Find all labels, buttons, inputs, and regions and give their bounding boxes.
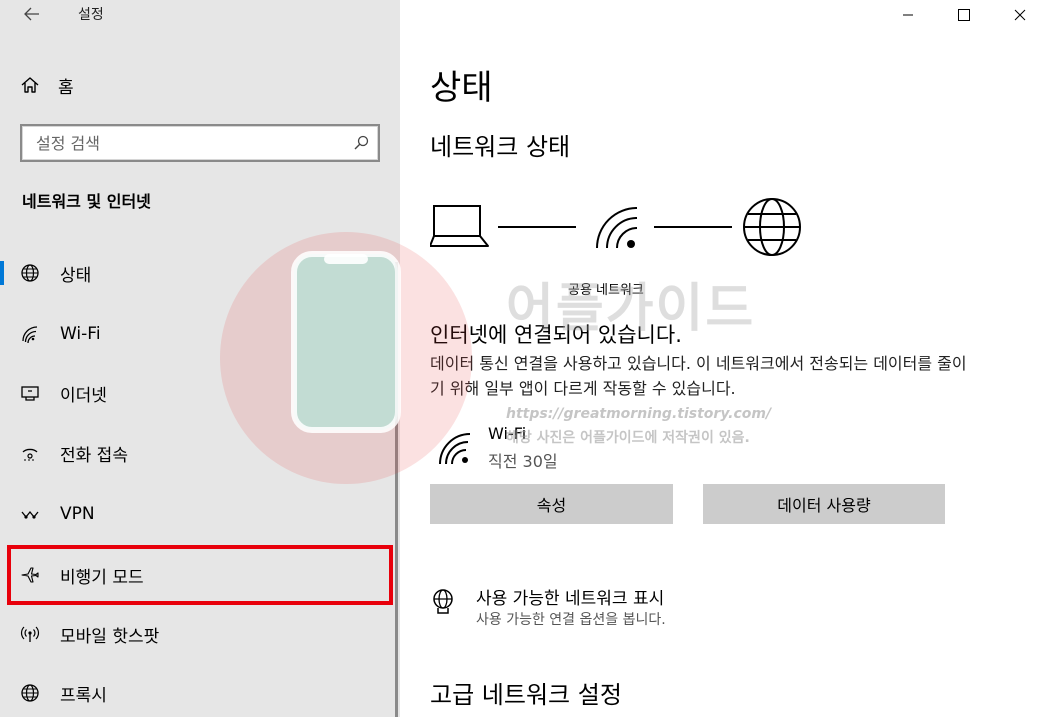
search-box[interactable]: [20, 124, 380, 162]
sidebar-item-status[interactable]: 상태: [0, 249, 396, 297]
sidebar-item-label: 전화 접속: [60, 445, 128, 466]
search-input[interactable]: [22, 126, 342, 160]
sidebar: 설정 홈 네트워크 및 인터넷 상태 Wi-Fi 이더넷: [0, 0, 400, 717]
sidebar-item-ethernet[interactable]: 이더넷: [0, 369, 396, 417]
minimize-button[interactable]: [885, 0, 931, 30]
maximize-button[interactable]: [941, 0, 987, 30]
close-icon: [1014, 9, 1026, 21]
sidebar-item-home[interactable]: 홈: [20, 72, 74, 98]
home-label: 홈: [58, 77, 74, 98]
available-networks-subtitle: 사용 가능한 연결 옵션을 봅니다.: [476, 612, 666, 628]
network-status-heading: 네트워크 상태: [430, 133, 571, 161]
section-heading: 네트워크 및 인터넷: [22, 192, 151, 211]
data-usage-button[interactable]: 데이터 사용량: [703, 484, 945, 524]
sidebar-item-dial-up[interactable]: 전화 접속: [0, 429, 396, 477]
close-button[interactable]: [997, 0, 1043, 30]
minimize-icon: [903, 14, 913, 16]
sidebar-item-label: Wi-Fi: [60, 324, 101, 344]
connection-description: 데이터 통신 연결을 사용하고 있습니다. 이 네트워크에서 전송되는 데이터를…: [430, 354, 967, 398]
properties-button[interactable]: 속성: [430, 484, 673, 524]
available-networks-icon: [433, 589, 453, 614]
network-type-label: 공용 네트워크: [568, 283, 644, 298]
app-title: 설정: [78, 7, 104, 23]
vpn-icon: [20, 504, 40, 524]
sidebar-item-label: 이더넷: [60, 385, 107, 406]
airplane-icon: [20, 565, 40, 585]
sidebar-item-proxy[interactable]: 프록시: [0, 669, 396, 717]
wifi-signal-icon: [596, 207, 638, 249]
available-networks-link[interactable]: 사용 가능한 네트워크 표시 사용 가능한 연결 옵션을 봅니다.: [430, 584, 830, 634]
sidebar-item-label: 비행기 모드: [60, 567, 144, 588]
network-diagram: [430, 198, 801, 256]
maximize-icon: [958, 9, 970, 21]
proxy-globe-icon: [20, 683, 40, 703]
available-networks-title: 사용 가능한 네트워크 표시: [476, 589, 665, 609]
wifi-connection-item: Wi-Fi 직전 30일: [438, 424, 738, 474]
titlebar-left: 설정: [0, 0, 400, 30]
laptop-icon: [430, 205, 489, 247]
sidebar-item-label: 상태: [60, 265, 92, 286]
sidebar-item-mobile-hotspot[interactable]: 모바일 핫스팟: [0, 610, 396, 658]
content-pane: 상태 네트워크 상태 공용 네트워크 인터넷에 연결되어 있습니다. 데이터 통…: [400, 0, 1045, 717]
sidebar-item-wifi[interactable]: Wi-Fi: [0, 310, 396, 358]
page-title: 상태: [430, 68, 493, 108]
sidebar-item-vpn[interactable]: VPN: [0, 490, 396, 538]
globe-status-icon: [20, 263, 40, 283]
sidebar-item-label: VPN: [60, 504, 95, 524]
dial-up-icon: [20, 443, 40, 463]
ethernet-icon: [20, 383, 40, 403]
sidebar-item-label: 모바일 핫스팟: [60, 626, 160, 647]
sidebar-scrollbar[interactable]: [395, 262, 398, 717]
wifi-icon: [20, 324, 40, 344]
sidebar-item-label: 프록시: [60, 685, 107, 706]
home-icon: [21, 77, 39, 93]
wifi-usage-period: 직전 30일: [488, 452, 558, 471]
back-arrow-icon: [24, 7, 39, 21]
advanced-settings-heading: 고급 네트워크 설정: [430, 681, 622, 709]
hotspot-icon: [20, 624, 40, 644]
search-icon[interactable]: [352, 134, 370, 152]
back-button[interactable]: [22, 4, 42, 24]
connection-status-title: 인터넷에 연결되어 있습니다.: [430, 323, 682, 347]
wifi-name: Wi-Fi: [488, 424, 527, 443]
internet-globe-icon: [743, 198, 801, 256]
sidebar-item-airplane-mode[interactable]: 비행기 모드: [7, 545, 393, 605]
wifi-connection-icon: [439, 433, 471, 465]
